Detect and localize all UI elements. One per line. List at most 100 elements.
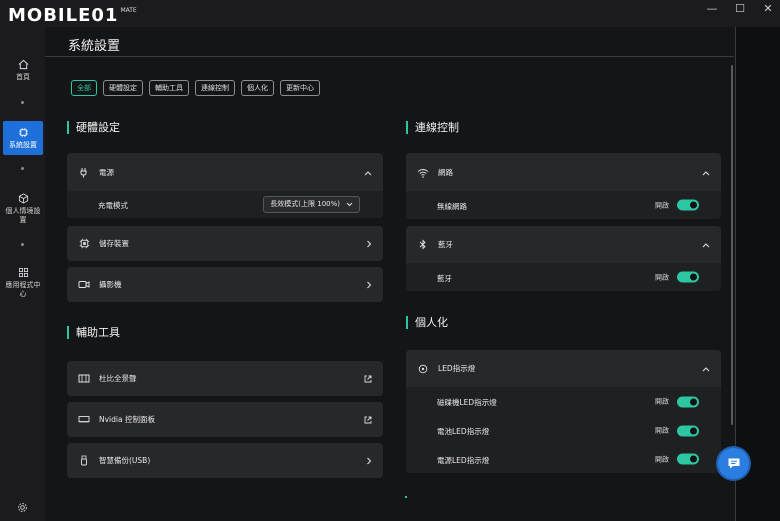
section-title-personalize: 個人化 (406, 316, 448, 329)
chat-button[interactable] (718, 448, 749, 479)
nvidia-row[interactable]: Nvidia 控制面板 (67, 402, 383, 437)
network-label: 網路 (438, 168, 453, 177)
charge-mode-label: 充電模式 (98, 201, 128, 210)
led-power-toggle[interactable] (677, 453, 699, 465)
nav-separator-dot (21, 101, 24, 104)
usb-backup-row[interactable]: 智慧備份(USB) (67, 443, 383, 478)
bluetooth-toggle-group: 開啟 (655, 271, 699, 283)
tab-all[interactable]: 全部 (71, 80, 97, 96)
wireless-toggle-group: 開啟 (655, 199, 699, 211)
charge-mode-value: 長效模式(上限 100%) (270, 200, 340, 208)
section-title-hardware: 硬體設定 (67, 121, 120, 134)
bluetooth-card: 藍牙 藍牙 開啟 (406, 226, 721, 291)
led-disk-label: 磁碟機LED指示燈 (437, 398, 497, 407)
chevron-up-icon[interactable] (702, 242, 710, 248)
led-row[interactable]: LED指示燈 (406, 351, 721, 386)
led-power-row: 電源LED指示燈 開啟 (406, 445, 721, 473)
network-row[interactable]: 網路 (406, 155, 721, 190)
power-row[interactable]: 電源 (67, 155, 383, 190)
tab-personalize[interactable]: 個人化 (241, 80, 274, 96)
power-plug-icon (78, 167, 90, 179)
external-link-icon (364, 375, 372, 383)
chevron-up-icon[interactable] (702, 366, 710, 372)
bluetooth-row[interactable]: 藍牙 (406, 227, 721, 262)
home-icon (18, 59, 28, 70)
sidebar-item-system-settings[interactable]: 系統設置 (3, 121, 43, 155)
usb-icon (78, 455, 90, 467)
filter-tabs: 全部 硬體設定 輔助工具 連線控制 個人化 更新中心 (71, 80, 320, 96)
led-battery-toggle[interactable] (677, 425, 699, 436)
chevron-up-icon[interactable] (702, 170, 710, 176)
led-disk-toggle-group: 開啟 (655, 396, 699, 407)
scrollbar[interactable] (731, 65, 733, 425)
chevron-right-icon (366, 281, 372, 289)
dolby-icon (78, 373, 90, 385)
tab-assist-tools[interactable]: 輔助工具 (149, 80, 189, 96)
nvidia-icon (78, 414, 90, 426)
dolby-row[interactable]: 杜比全景聲 (67, 361, 383, 396)
right-gutter (735, 27, 780, 521)
led-battery-label: 電池LED指示燈 (437, 427, 490, 436)
usb-backup-card[interactable]: 智慧備份(USB) (67, 443, 383, 478)
storage-row[interactable]: 儲存裝置 (67, 226, 383, 261)
tab-update-center[interactable]: 更新中心 (280, 80, 320, 96)
power-card: 電源 充電模式 長效模式(上限 100%) (67, 153, 383, 218)
storage-card[interactable]: 儲存裝置 (67, 226, 383, 261)
sidebar-item-label: 系統設置 (9, 141, 37, 149)
chevron-down-icon (346, 202, 353, 207)
wireless-row: 無線網路 開啟 (406, 191, 721, 219)
led-power-label: 電源LED指示燈 (437, 456, 490, 465)
bluetooth-toggle[interactable] (677, 271, 699, 283)
maximize-button[interactable]: ☐ (728, 2, 752, 16)
sidebar-item-home[interactable]: 首頁 (3, 59, 43, 87)
charge-mode-row: 充電模式 長效模式(上限 100%) (67, 191, 383, 218)
decorative-dot (405, 496, 407, 498)
sidebar-item-profile-settings[interactable]: 個人情境設置 (3, 193, 43, 225)
tab-connection[interactable]: 連線控制 (195, 80, 235, 96)
sidebar-item-label: 應用程式中心 (5, 281, 41, 298)
toggle-state-label: 開啟 (655, 273, 669, 281)
led-icon (417, 363, 429, 375)
bluetooth-sub-row: 藍牙 開啟 (406, 263, 721, 291)
chevron-right-icon (366, 240, 372, 248)
chat-icon (728, 458, 739, 469)
wifi-icon (417, 167, 429, 179)
nvidia-label: Nvidia 控制面板 (99, 415, 155, 424)
camera-card[interactable]: 攝影機 (67, 267, 383, 302)
app-logo: MOBILE01 MATE (8, 4, 137, 26)
sidebar-item-app-center[interactable]: 應用程式中心 (3, 267, 43, 301)
led-disk-toggle[interactable] (677, 396, 699, 407)
nav-separator-dot (21, 167, 24, 170)
dolby-label: 杜比全景聲 (99, 374, 137, 383)
led-power-toggle-group: 開啟 (655, 453, 699, 465)
camera-row[interactable]: 攝影機 (67, 267, 383, 302)
toggle-state-label: 開啟 (655, 201, 669, 209)
section-title-connection: 連線控制 (406, 121, 459, 134)
dolby-card[interactable]: 杜比全景聲 (67, 361, 383, 396)
wireless-label: 無線網路 (437, 202, 467, 211)
close-button[interactable]: ✕ (756, 2, 780, 16)
nvidia-card[interactable]: Nvidia 控制面板 (67, 402, 383, 437)
wireless-toggle[interactable] (677, 199, 699, 211)
led-card: LED指示燈 磁碟機LED指示燈 開啟 電池LED指示燈 開啟 電源LED指示燈… (406, 350, 721, 473)
bluetooth-sub-label: 藍牙 (437, 274, 452, 283)
section-title-assist: 輔助工具 (67, 326, 120, 339)
chevron-up-icon[interactable] (364, 170, 372, 176)
led-label: LED指示燈 (438, 364, 476, 373)
external-link-icon (364, 416, 372, 424)
toggle-state-label: 開啟 (655, 426, 669, 435)
storage-chip-icon (78, 238, 90, 250)
usb-backup-label: 智慧備份(USB) (99, 456, 151, 465)
chip-icon (18, 127, 28, 138)
logo-small-text: MATE (120, 6, 137, 14)
charge-mode-select[interactable]: 長效模式(上限 100%) (263, 196, 360, 213)
toggle-state-label: 開啟 (655, 397, 669, 406)
tab-hardware[interactable]: 硬體設定 (103, 80, 143, 96)
gear-icon[interactable] (17, 502, 28, 513)
led-disk-row: 磁碟機LED指示燈 開啟 (406, 387, 721, 416)
minimize-button[interactable]: — (700, 2, 724, 16)
cube-icon (18, 193, 28, 204)
grid-icon (18, 267, 28, 278)
sidebar-item-label: 首頁 (16, 73, 30, 81)
sidebar-item-label: 個人情境設置 (5, 207, 41, 224)
